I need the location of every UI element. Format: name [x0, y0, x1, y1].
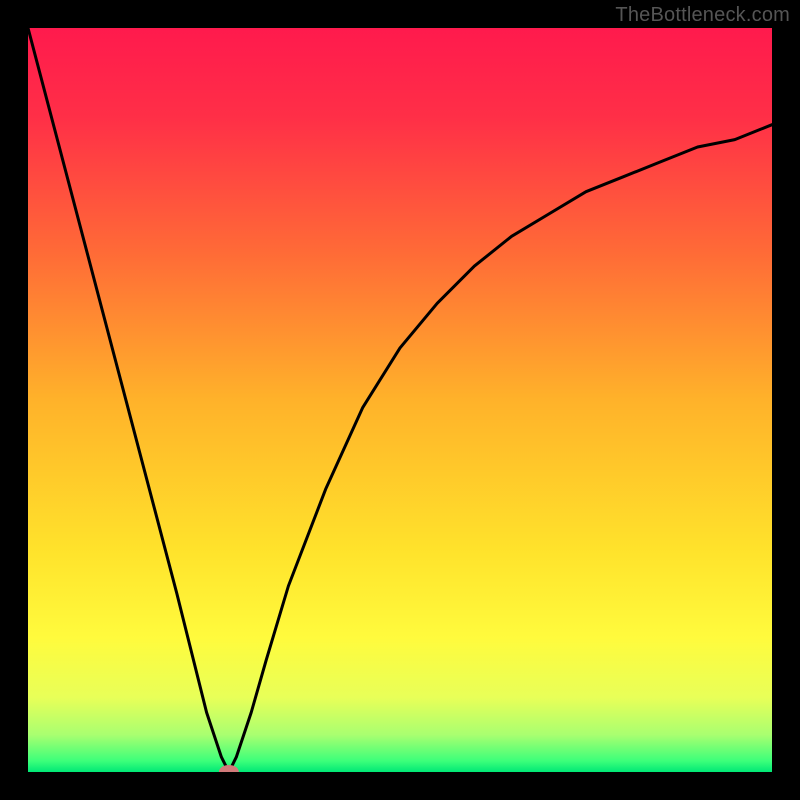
chart-svg: [28, 28, 772, 772]
gradient-background: [28, 28, 772, 772]
watermark-text: TheBottleneck.com: [615, 4, 790, 27]
chart-frame: TheBottleneck.com: [0, 0, 800, 800]
plot-area: [28, 28, 772, 772]
